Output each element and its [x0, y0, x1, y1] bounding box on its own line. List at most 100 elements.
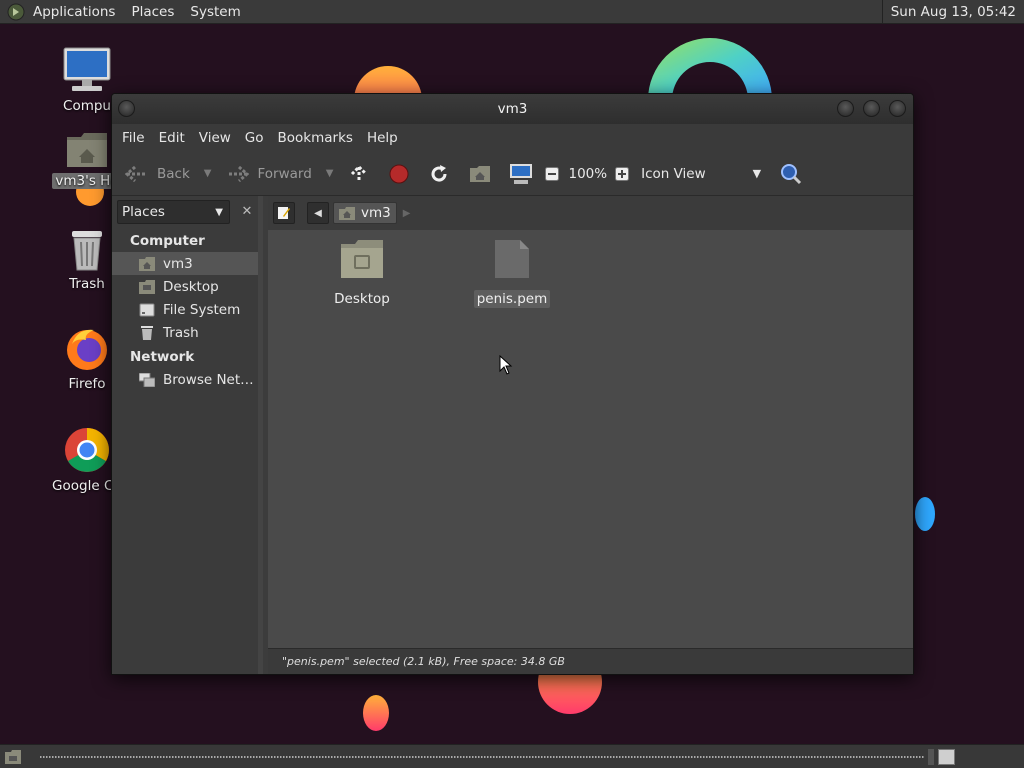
- back-button[interactable]: Back ▼: [120, 157, 216, 191]
- desktop-icon-label: Firefo: [68, 376, 106, 392]
- workspace-separator: [928, 749, 934, 765]
- maximize-button[interactable]: [863, 100, 880, 117]
- zoom-level[interactable]: 100%: [568, 166, 607, 182]
- home-folder-icon: [339, 206, 355, 220]
- sidebar-item-vm3[interactable]: vm3: [112, 252, 258, 275]
- clock[interactable]: Sun Aug 13, 05:42: [883, 4, 1024, 20]
- stop-button[interactable]: [384, 157, 414, 191]
- side-pane-selector-value: Places: [122, 204, 165, 220]
- file-manager-window: vm3 File Edit View Go Bookmarks Help Bac…: [111, 93, 914, 675]
- up-button[interactable]: [344, 157, 374, 191]
- file-item-desktop[interactable]: Desktop: [312, 238, 412, 308]
- sidebar-item-label: File System: [163, 301, 241, 318]
- sidebar-item-label: Trash: [163, 324, 199, 341]
- desktop-folder-icon: [341, 240, 383, 278]
- forward-arrow-icon: [227, 165, 250, 182]
- top-panel: Applications Places System Sun Aug 13, 0…: [0, 0, 1024, 24]
- menu-go[interactable]: Go: [238, 130, 271, 146]
- desktop-folder-icon: [139, 279, 155, 294]
- back-history-dropdown-icon[interactable]: ▼: [204, 168, 212, 179]
- side-pane: Places ▼ ✕ Computer vm3 Desktop File Sys…: [112, 196, 263, 674]
- chevron-down-icon: ▼: [215, 206, 223, 218]
- view-mode-select[interactable]: Icon View ▼: [641, 166, 771, 182]
- zoom-out-icon: [545, 166, 560, 181]
- computer-icon: [510, 163, 533, 184]
- trash-icon: [72, 231, 102, 271]
- workspace-switcher[interactable]: [938, 749, 955, 765]
- show-desktop-icon[interactable]: [4, 749, 22, 765]
- desktop-icon-label: Trash: [69, 276, 105, 292]
- up-arrow-icon: [351, 164, 368, 182]
- firefox-icon: [67, 329, 107, 370]
- sidebar-item-label: Desktop: [163, 278, 219, 295]
- computer-button[interactable]: [504, 157, 538, 191]
- home-folder-icon: [67, 133, 107, 167]
- sidebar-item-desktop[interactable]: Desktop: [112, 275, 258, 298]
- forward-label: Forward: [257, 165, 312, 182]
- location-bar: ◀ vm3 ▶: [268, 196, 913, 230]
- chrome-icon: [65, 428, 109, 472]
- places-menu[interactable]: Places: [123, 0, 182, 24]
- system-menu[interactable]: System: [182, 0, 248, 24]
- zoom-in-icon: [615, 166, 630, 181]
- search-button[interactable]: [775, 157, 807, 191]
- distro-logo-icon[interactable]: [7, 3, 25, 21]
- reload-icon: [432, 164, 447, 182]
- toggle-location-entry-button[interactable]: [273, 202, 295, 224]
- path-scroll-right-button[interactable]: ▶: [403, 208, 411, 219]
- menu-view[interactable]: View: [192, 130, 238, 146]
- path-scroll-left-button[interactable]: ◀: [307, 202, 329, 224]
- side-pane-header: Places ▼ ✕: [112, 196, 258, 228]
- status-bar: "penis.pem" selected (2.1 kB), Free spac…: [268, 648, 913, 674]
- file-icon: [495, 240, 529, 278]
- menu-help[interactable]: Help: [360, 130, 405, 146]
- window-menu-button[interactable]: [118, 100, 135, 117]
- file-item-penis-pem[interactable]: penis.pem: [462, 238, 562, 308]
- applications-menu[interactable]: Applications: [25, 0, 123, 24]
- view-mode-value: Icon View: [641, 165, 706, 182]
- edit-icon: [278, 207, 290, 219]
- drive-icon: [139, 303, 155, 316]
- sidebar-item-label: vm3: [163, 255, 193, 272]
- computer-icon: [63, 47, 111, 91]
- close-button[interactable]: [889, 100, 906, 117]
- sidebar-item-browse-network[interactable]: Browse Net…: [112, 368, 258, 391]
- forward-history-dropdown-icon[interactable]: ▼: [326, 168, 334, 179]
- menu-bookmarks[interactable]: Bookmarks: [271, 130, 360, 146]
- side-pane-selector[interactable]: Places ▼: [117, 200, 230, 224]
- bottom-panel: [0, 744, 1024, 768]
- menu-edit[interactable]: Edit: [152, 130, 192, 146]
- stop-icon: [389, 164, 409, 183]
- sidebar-section-network: Network: [130, 349, 195, 365]
- sidebar-item-label: Browse Net…: [163, 371, 254, 388]
- window-titlebar[interactable]: vm3: [112, 94, 913, 124]
- breadcrumb-vm3[interactable]: vm3: [333, 202, 397, 224]
- toolbar: Back ▼ Forward ▼ 100% Icon View ▼: [112, 152, 913, 196]
- minimize-button[interactable]: [837, 100, 854, 117]
- file-name: penis.pem: [473, 290, 551, 308]
- sidebar-section-computer: Computer: [130, 233, 205, 249]
- chevron-down-icon: ▼: [752, 167, 762, 180]
- taskbar-window-list[interactable]: [40, 756, 925, 758]
- menu-bar: File Edit View Go Bookmarks Help: [112, 124, 913, 152]
- file-name: Desktop: [334, 291, 390, 307]
- home-folder-icon: [139, 256, 155, 271]
- search-icon: [781, 163, 802, 184]
- menu-file[interactable]: File: [115, 130, 152, 146]
- home-button[interactable]: [464, 157, 496, 191]
- close-side-pane-icon[interactable]: ✕: [236, 201, 258, 223]
- zoom-out-button[interactable]: [540, 157, 564, 191]
- forward-button[interactable]: Forward ▼: [220, 157, 338, 191]
- home-folder-icon: [470, 165, 491, 182]
- sidebar-item-trash[interactable]: Trash: [112, 321, 258, 344]
- desktop-icon-label: Compu: [63, 98, 111, 114]
- mouse-cursor-icon: [499, 355, 513, 375]
- zoom-in-button[interactable]: [615, 157, 630, 191]
- back-arrow-icon: [125, 165, 147, 182]
- trash-icon: [141, 325, 153, 340]
- file-view[interactable]: Desktop penis.pem: [268, 230, 913, 648]
- window-title: vm3: [497, 101, 528, 117]
- reload-button[interactable]: [424, 157, 454, 191]
- sidebar-item-file-system[interactable]: File System: [112, 298, 258, 321]
- breadcrumb-label: vm3: [361, 205, 391, 221]
